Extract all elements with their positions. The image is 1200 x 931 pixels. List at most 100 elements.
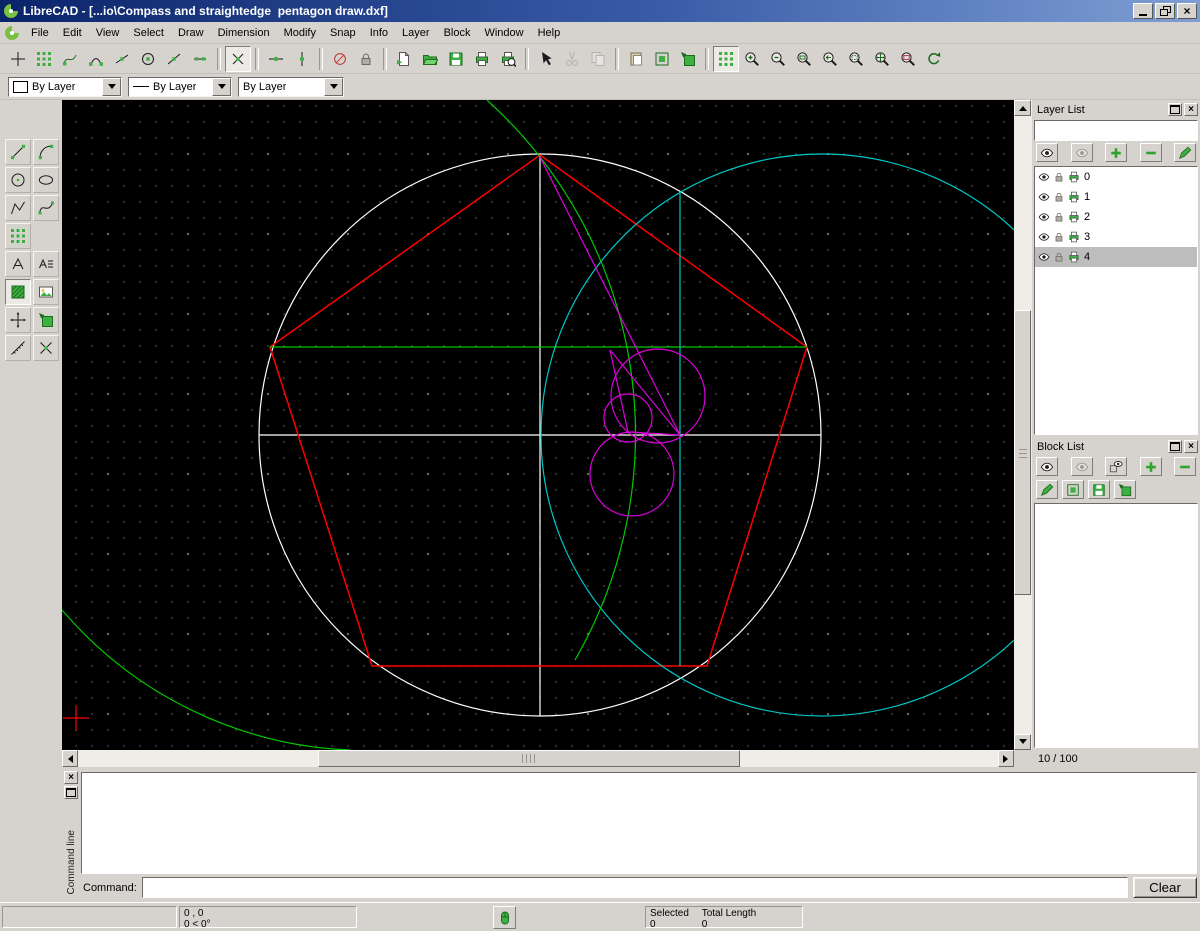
construction-circle-magenta-2[interactable]	[590, 432, 674, 516]
close-layer-list-button[interactable]: ×	[1184, 103, 1198, 116]
layer-visibility-toggle[interactable]	[1038, 231, 1050, 243]
zoom-previous-button[interactable]	[817, 46, 843, 72]
insert-block-button[interactable]	[675, 46, 701, 72]
drawing-canvas[interactable]	[62, 100, 1014, 750]
image-tool-button[interactable]	[33, 279, 59, 305]
new-file-button[interactable]	[391, 46, 417, 72]
construction-line-magenta-1[interactable]	[540, 157, 680, 435]
measure-tool-button[interactable]	[5, 335, 31, 361]
save-file-button[interactable]	[443, 46, 469, 72]
undock-block-list-button[interactable]	[1168, 440, 1182, 453]
layer-lock-toggle[interactable]	[1053, 231, 1065, 243]
block-tool-button[interactable]	[33, 307, 59, 333]
open-file-button[interactable]	[417, 46, 443, 72]
scroll-left-button[interactable]	[62, 750, 78, 767]
restore-button[interactable]	[1155, 3, 1175, 19]
zoom-out-button[interactable]	[765, 46, 791, 72]
grid-toggle-button[interactable]	[713, 46, 739, 72]
layer-row-4[interactable]: 4	[1035, 247, 1197, 267]
restrict-horizontal-button[interactable]	[263, 46, 289, 72]
menu-edit[interactable]: Edit	[56, 24, 89, 42]
snap-on-entity-button[interactable]	[109, 46, 135, 72]
polyline-tool-button[interactable]	[5, 195, 31, 221]
zoom-in-button[interactable]	[739, 46, 765, 72]
zoom-window-button[interactable]	[843, 46, 869, 72]
menu-modify[interactable]: Modify	[277, 24, 323, 42]
vertical-scrollbar-thumb[interactable]	[1014, 310, 1031, 595]
explode-tool-button[interactable]	[33, 335, 59, 361]
menu-window[interactable]: Window	[477, 24, 530, 42]
add-layer-button[interactable]	[1105, 143, 1127, 162]
dropdown-arrow-icon[interactable]	[212, 78, 231, 96]
menu-select[interactable]: Select	[126, 24, 171, 42]
command-input[interactable]	[142, 877, 1128, 898]
remove-layer-button[interactable]	[1140, 143, 1162, 162]
layer-lock-toggle[interactable]	[1053, 191, 1065, 203]
vertical-scrollbar[interactable]	[1014, 100, 1031, 750]
cut-button[interactable]	[559, 46, 585, 72]
copy-button[interactable]	[585, 46, 611, 72]
layer-print-toggle[interactable]	[1068, 211, 1080, 223]
minimize-button[interactable]	[1133, 3, 1153, 19]
zoom-selection-button[interactable]	[895, 46, 921, 72]
scroll-up-button[interactable]	[1014, 100, 1031, 116]
layer-filter-input[interactable]	[1034, 120, 1198, 141]
scroll-down-button[interactable]	[1014, 734, 1031, 750]
layer-row-0[interactable]: 0	[1035, 167, 1197, 187]
menu-view[interactable]: View	[89, 24, 127, 42]
layer-lock-toggle[interactable]	[1053, 171, 1065, 183]
undock-layer-list-button[interactable]	[1168, 103, 1182, 116]
snap-distance-button[interactable]	[187, 46, 213, 72]
layer-print-toggle[interactable]	[1068, 231, 1080, 243]
arc-tool-button[interactable]	[33, 139, 59, 165]
menu-help[interactable]: Help	[531, 24, 568, 42]
layer-print-toggle[interactable]	[1068, 171, 1080, 183]
construction-arc-green-left[interactable]	[62, 610, 350, 750]
crosshair-button[interactable]	[5, 46, 31, 72]
scroll-right-button[interactable]	[998, 750, 1014, 767]
undock-command-line-button[interactable]	[64, 786, 78, 799]
construction-circle-magenta-1[interactable]	[611, 349, 705, 443]
status-widget-button[interactable]	[493, 906, 516, 929]
menu-block[interactable]: Block	[437, 24, 478, 42]
hatch-tool-button[interactable]	[5, 279, 31, 305]
snap-grid-button[interactable]	[31, 46, 57, 72]
toggle-block-visibility-button[interactable]	[1105, 457, 1127, 476]
zoom-auto-button[interactable]	[791, 46, 817, 72]
layer-visibility-toggle[interactable]	[1038, 251, 1050, 263]
snap-intersection-button[interactable]	[225, 46, 251, 72]
menu-snap[interactable]: Snap	[323, 24, 363, 42]
dropdown-arrow-icon[interactable]	[324, 78, 343, 96]
menu-info[interactable]: Info	[363, 24, 395, 42]
add-block-button[interactable]	[1140, 457, 1162, 476]
layer-visibility-toggle[interactable]	[1038, 211, 1050, 223]
close-block-list-button[interactable]: ×	[1184, 440, 1198, 453]
point-tool-button[interactable]	[5, 223, 31, 249]
horizontal-scrollbar[interactable]	[62, 750, 1014, 767]
remove-block-button[interactable]	[1174, 457, 1196, 476]
edit-block-button[interactable]	[649, 46, 675, 72]
layer-row-2[interactable]: 2	[1035, 207, 1197, 227]
circle-tool-button[interactable]	[5, 167, 31, 193]
layer-row-1[interactable]: 1	[1035, 187, 1197, 207]
move-tool-button[interactable]	[5, 307, 31, 333]
spline-tool-button[interactable]	[33, 195, 59, 221]
restrict-nothing-button[interactable]	[327, 46, 353, 72]
save-block-button[interactable]	[1088, 480, 1110, 499]
edit-block-attributes-button[interactable]	[1036, 480, 1058, 499]
edit-block-button[interactable]	[1062, 480, 1084, 499]
color-combobox[interactable]: By Layer	[8, 77, 122, 97]
paste-button[interactable]	[623, 46, 649, 72]
edit-layer-button[interactable]	[1174, 143, 1196, 162]
lock-relative-zero-button[interactable]	[353, 46, 379, 72]
zoom-pan-button[interactable]	[869, 46, 895, 72]
layer-print-toggle[interactable]	[1068, 191, 1080, 203]
horizontal-scrollbar-thumb[interactable]	[318, 750, 740, 767]
linetype-combobox[interactable]: By Layer	[238, 77, 344, 97]
print-preview-button[interactable]	[495, 46, 521, 72]
menu-draw[interactable]: Draw	[171, 24, 211, 42]
redraw-button[interactable]	[921, 46, 947, 72]
layer-print-toggle[interactable]	[1068, 251, 1080, 263]
hide-all-blocks-button[interactable]	[1071, 457, 1093, 476]
layer-lock-toggle[interactable]	[1053, 251, 1065, 263]
